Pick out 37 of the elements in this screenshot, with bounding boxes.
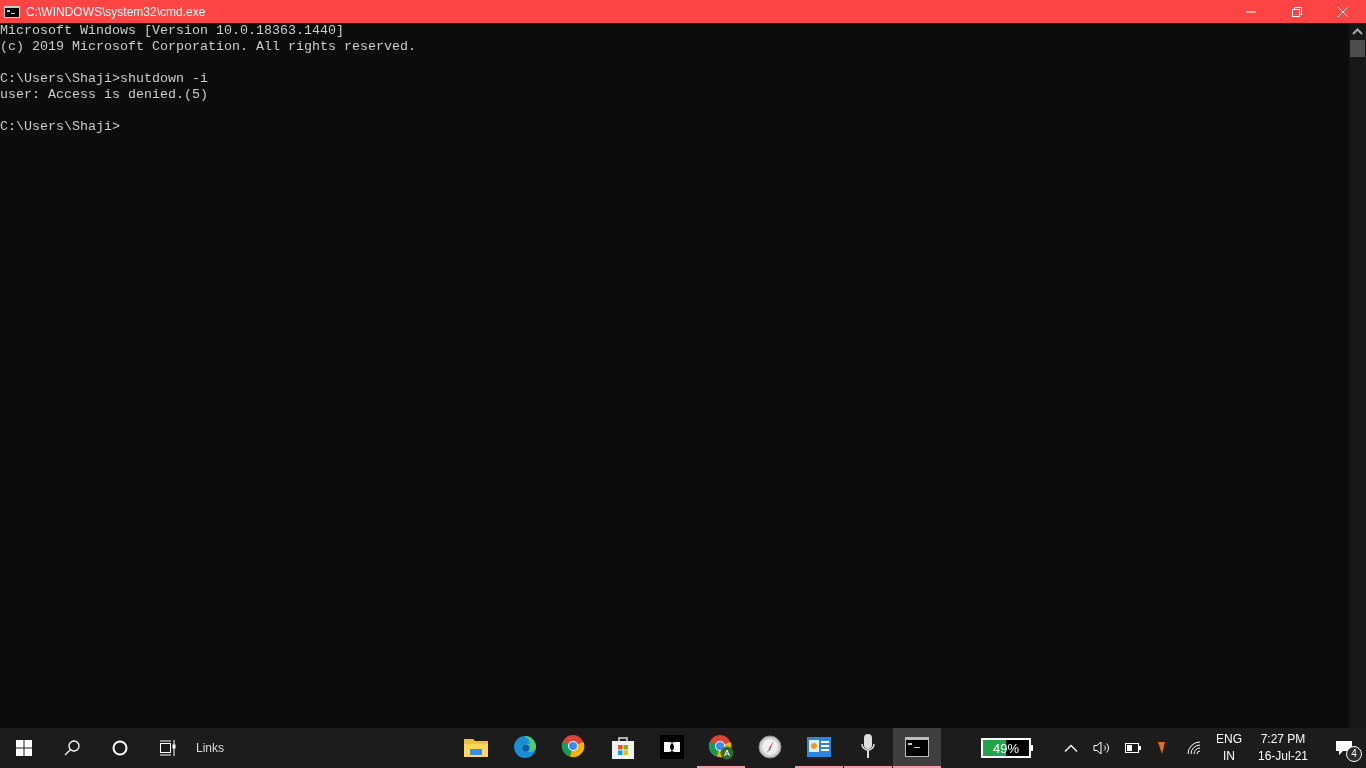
console-icon bbox=[905, 737, 929, 757]
window-title: C:\WINDOWS\system32\cmd.exe bbox=[26, 4, 206, 19]
battery-percentage: 49% bbox=[993, 740, 1020, 756]
notification-count: 4 bbox=[1346, 746, 1363, 762]
close-icon bbox=[1338, 6, 1348, 17]
language-button[interactable]: ENG IN bbox=[1210, 728, 1249, 768]
double-d-icon bbox=[660, 735, 684, 759]
circle-icon bbox=[112, 740, 128, 756]
control-panel-icon bbox=[807, 737, 831, 757]
console-line: C:\Users\Shaji>shutdown -i bbox=[0, 71, 208, 87]
console-line: (c) 2019 Microsoft Corporation. All rights reserved. bbox=[0, 39, 416, 55]
v-logo-icon bbox=[1157, 742, 1170, 754]
console-icon bbox=[4, 5, 20, 18]
folder-icon bbox=[464, 737, 488, 757]
browser-swirl-icon bbox=[513, 735, 537, 759]
taskbar-app-button[interactable] bbox=[893, 728, 941, 768]
speaker-icon bbox=[1092, 741, 1111, 755]
task-view-icon bbox=[160, 740, 176, 756]
console-line: Microsoft Windows [Version 10.0.18363.1440] bbox=[0, 23, 344, 39]
restore-icon bbox=[1292, 6, 1302, 17]
windows-logo-icon bbox=[16, 740, 32, 756]
console-line: C:\Users\Shaji> bbox=[0, 119, 120, 135]
search-icon bbox=[64, 740, 80, 756]
browser-icon bbox=[708, 734, 734, 760]
chevron-up-icon bbox=[1063, 744, 1078, 752]
clock-button[interactable]: 7:27 PM 16-Jul-21 bbox=[1248, 728, 1319, 768]
console-line: user: Access is denied.(5) bbox=[0, 87, 208, 103]
shopping-bag-icon bbox=[611, 735, 635, 759]
microphone-icon bbox=[861, 734, 875, 760]
wifi-icon bbox=[1186, 741, 1203, 755]
browser-icon bbox=[561, 734, 587, 760]
notifications-button[interactable]: 4 bbox=[1324, 728, 1365, 768]
compass-icon bbox=[758, 735, 782, 759]
scrollbar-thumb[interactable] bbox=[1350, 40, 1365, 57]
battery-icon bbox=[1124, 743, 1141, 753]
scrollbar[interactable] bbox=[1349, 23, 1366, 728]
links-toolbar[interactable]: Links bbox=[196, 741, 224, 755]
